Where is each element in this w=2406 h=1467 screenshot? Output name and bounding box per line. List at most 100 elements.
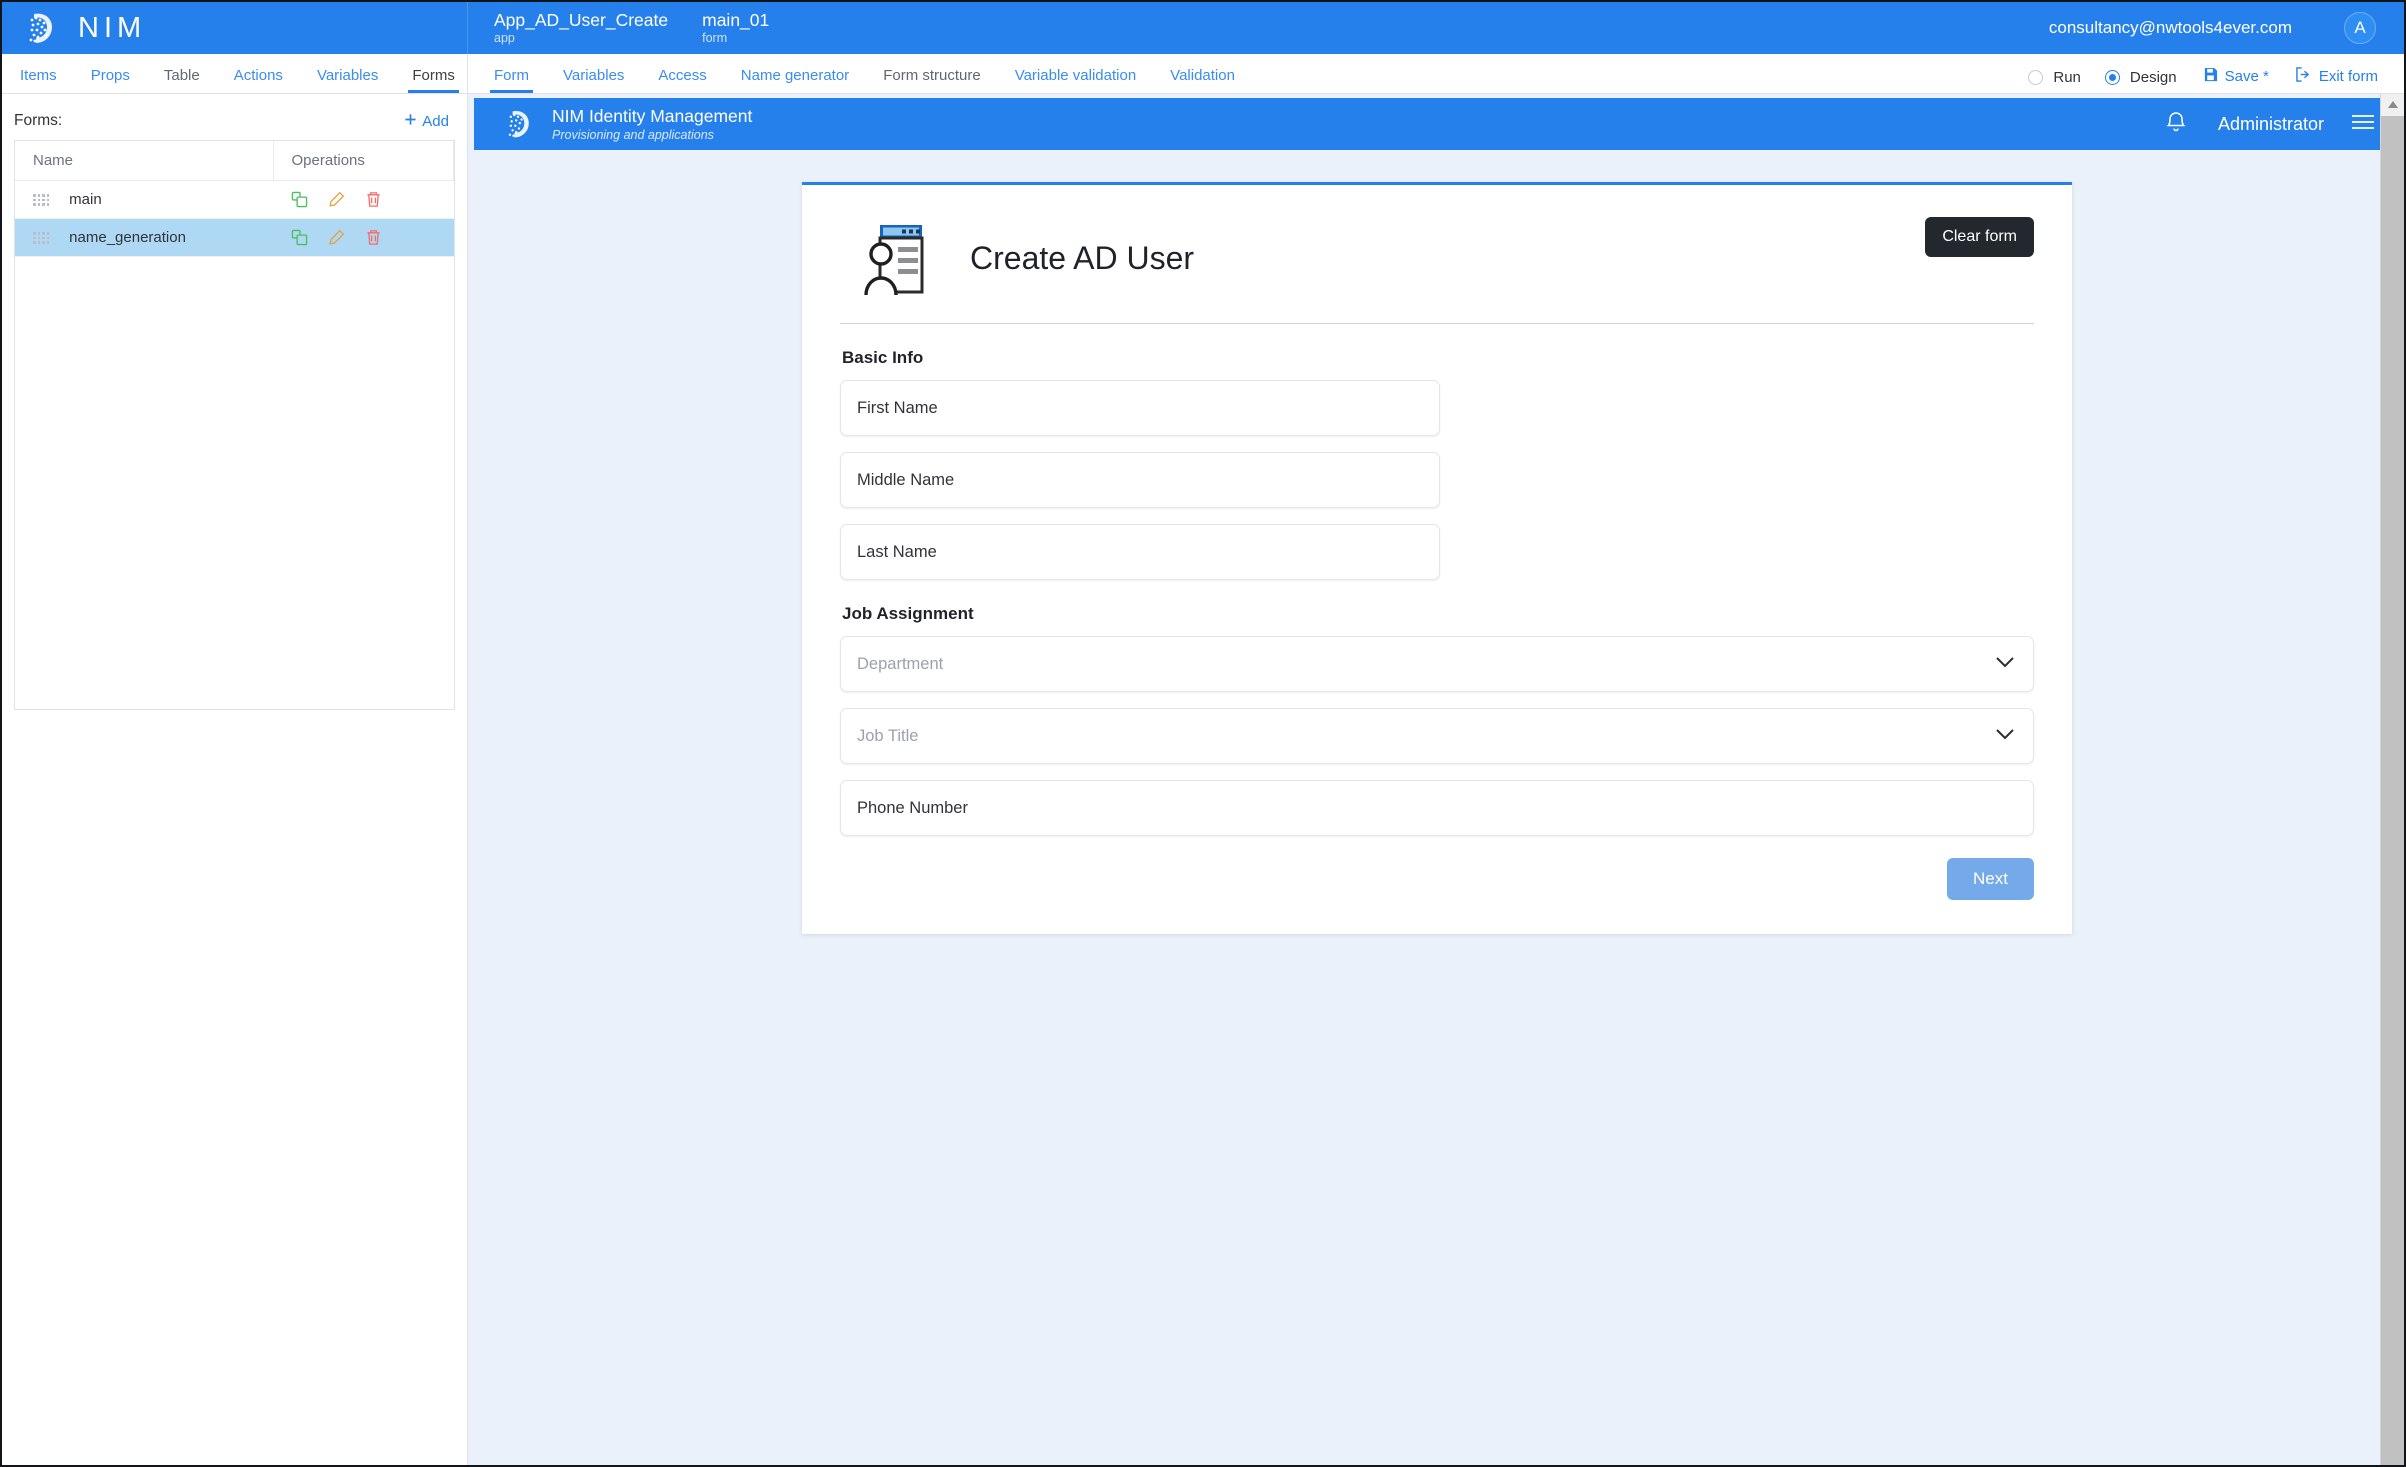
tab-props[interactable]: Props (87, 67, 134, 93)
department-select[interactable]: Department (840, 636, 2034, 692)
breadcrumb-form-type: form (702, 32, 769, 45)
breadcrumb-form[interactable]: main_01 form (702, 11, 769, 45)
tab-form[interactable]: Form (490, 67, 533, 93)
radio-run[interactable] (2028, 70, 2043, 85)
user-email-label: consultancy@nwtools4ever.com (2049, 18, 2292, 38)
breadcrumb-app-name: App_AD_User_Create (494, 11, 668, 29)
body-split: Forms: Add Name Operations (2, 94, 2404, 1465)
nim-head-logo-icon (20, 8, 60, 48)
first-name-field[interactable]: First Name (840, 380, 1440, 436)
forms-table-head: Name Operations (15, 141, 454, 181)
clear-form-button[interactable]: Clear form (1925, 217, 2034, 257)
trash-icon[interactable] (365, 229, 382, 246)
pencil-icon[interactable] (328, 229, 345, 246)
drag-handle-icon[interactable] (33, 194, 49, 206)
tab-table[interactable]: Table (160, 67, 204, 93)
topbar-right: App_AD_User_Create app main_01 form cons… (468, 2, 2404, 54)
exit-arrow-icon (2295, 67, 2312, 86)
middle-name-label: Middle Name (857, 471, 954, 490)
nim-head-logo-icon (500, 105, 536, 143)
tab-forms[interactable]: Forms (408, 67, 459, 93)
tab-validation[interactable]: Validation (1166, 67, 1239, 93)
last-name-field[interactable]: Last Name (840, 524, 1440, 580)
tab-form-variables[interactable]: Variables (559, 67, 628, 93)
section-title-basic-info: Basic Info (842, 348, 2034, 368)
tab-variable-validation[interactable]: Variable validation (1011, 67, 1140, 93)
table-row[interactable]: main (15, 181, 454, 219)
chevron-down-icon[interactable] (1995, 727, 2015, 745)
scrollbar-thumb[interactable] (2381, 116, 2404, 1465)
save-button[interactable]: Save * (2203, 67, 2269, 93)
forms-table: Name Operations main (15, 141, 454, 257)
top-header-bar: NIM App_AD_User_Create app main_01 form … (2, 2, 2404, 54)
job-title-select[interactable]: Job Title (840, 708, 2034, 764)
form-ops-cell (273, 219, 454, 257)
form-ops-cell (273, 181, 454, 219)
breadcrumb-app-type: app (494, 32, 668, 45)
form-name-label: name_generation (69, 229, 186, 246)
brand-wordmark: NIM (78, 12, 146, 45)
copy-icon[interactable] (291, 191, 308, 208)
breadcrumb-app[interactable]: App_AD_User_Create app (494, 11, 668, 45)
phone-number-label: Phone Number (857, 799, 968, 818)
phone-number-field[interactable]: Phone Number (840, 780, 2034, 836)
tab-variables[interactable]: Variables (313, 67, 382, 93)
avatar[interactable]: A (2344, 12, 2376, 44)
page-title: Create AD User (970, 240, 1194, 277)
exit-form-label: Exit form (2319, 68, 2378, 85)
plus-icon (404, 113, 417, 130)
create-ad-user-form-card: Create AD User Clear form Basic Info Fir… (802, 182, 2072, 934)
bell-icon[interactable] (2164, 109, 2188, 139)
forms-table-body: main (15, 181, 454, 257)
tab-actions[interactable]: Actions (230, 67, 287, 93)
designer-tab-bar: Items Props Table Actions Variables Form… (2, 54, 2404, 94)
tab-access[interactable]: Access (654, 67, 710, 93)
tab-form-structure[interactable]: Form structure (879, 67, 985, 93)
section-title-job-assignment: Job Assignment (842, 604, 2034, 624)
preview-user-label[interactable]: Administrator (2218, 114, 2324, 135)
copy-icon[interactable] (291, 229, 308, 246)
radio-design[interactable] (2105, 70, 2120, 85)
forms-table-container: Name Operations main (14, 140, 455, 710)
tab-items[interactable]: Items (16, 67, 61, 93)
tab-name-generator[interactable]: Name generator (737, 67, 853, 93)
drag-handle-icon[interactable] (33, 232, 49, 244)
table-row[interactable]: name_generation (15, 219, 454, 257)
next-button[interactable]: Next (1947, 858, 2034, 900)
add-form-label: Add (422, 113, 449, 130)
left-tab-group: Items Props Table Actions Variables Form… (2, 54, 468, 93)
preview-banner-subtitle: Provisioning and applications (552, 128, 752, 142)
form-preview-area: NIM Identity Management Provisioning and… (468, 94, 2404, 1465)
form-name-cell: name_generation (15, 219, 273, 257)
application-window: NIM App_AD_User_Create app main_01 form … (0, 0, 2406, 1467)
department-placeholder: Department (857, 655, 943, 674)
preview-canvas: Create AD User Clear form Basic Info Fir… (474, 150, 2400, 1461)
mode-toggle-group: Run Design (2028, 69, 2176, 93)
forms-sidebar: Forms: Add Name Operations (2, 94, 468, 1465)
vertical-scrollbar[interactable] (2380, 94, 2404, 1465)
first-name-label: First Name (857, 399, 938, 418)
mode-run-label[interactable]: Run (2053, 69, 2081, 86)
form-name-cell: main (15, 181, 273, 219)
preview-app-banner: NIM Identity Management Provisioning and… (474, 98, 2400, 150)
add-form-button[interactable]: Add (404, 113, 449, 130)
forms-heading: Forms: (14, 112, 62, 130)
pencil-icon[interactable] (328, 191, 345, 208)
trash-icon[interactable] (365, 191, 382, 208)
breadcrumb-form-name: main_01 (702, 11, 769, 29)
forms-panel-header: Forms: Add (14, 112, 455, 140)
hamburger-icon[interactable] (2350, 112, 2376, 137)
form-name-label: main (69, 191, 102, 208)
floppy-disk-icon (2203, 67, 2218, 86)
column-header-operations: Operations (273, 141, 454, 181)
forms-table-header-row: Name Operations (15, 141, 454, 181)
job-title-placeholder: Job Title (857, 727, 918, 746)
create-user-card-icon (864, 219, 936, 297)
scroll-up-arrow-icon[interactable] (2381, 94, 2404, 116)
mode-design-label[interactable]: Design (2130, 69, 2177, 86)
chevron-down-icon[interactable] (1995, 655, 2015, 673)
preview-banner-title: NIM Identity Management (552, 106, 752, 126)
preview-banner-text: NIM Identity Management Provisioning and… (552, 106, 752, 143)
middle-name-field[interactable]: Middle Name (840, 452, 1440, 508)
exit-form-button[interactable]: Exit form (2295, 67, 2378, 93)
